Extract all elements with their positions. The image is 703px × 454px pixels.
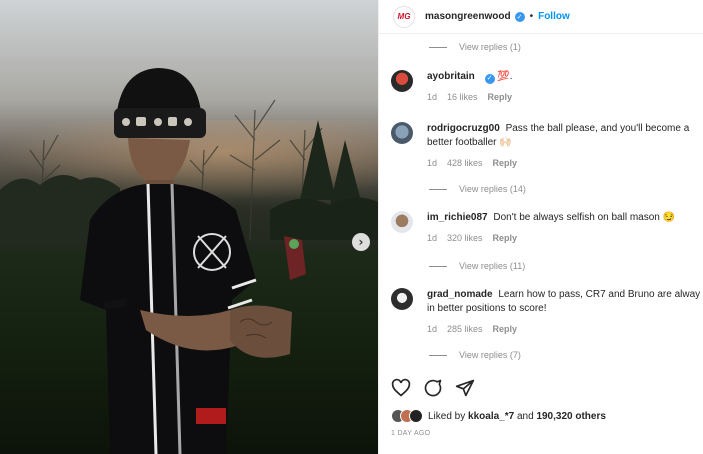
reply-button[interactable]: Reply	[493, 156, 518, 170]
comments-panel: MG masongreenwood ✓ • Follow View replie…	[378, 0, 703, 454]
reply-button[interactable]: Reply	[493, 322, 518, 336]
view-replies-label: View replies (7)	[459, 350, 521, 360]
view-replies-link[interactable]: View replies (1)	[429, 42, 521, 52]
next-photo-button[interactable]: ›	[352, 233, 370, 251]
replies-line	[429, 354, 447, 356]
comment-likes[interactable]: 285 likes	[447, 322, 483, 336]
verified-badge-icon: ✓	[484, 74, 495, 84]
replies-line	[429, 46, 447, 48]
post-actions	[391, 378, 475, 398]
comment-likes[interactable]: 320 likes	[447, 231, 483, 245]
commenter-username[interactable]: ayobritain	[427, 71, 475, 82]
liker-avatar[interactable]	[409, 409, 423, 423]
likes-count[interactable]: 190,320 others	[536, 411, 606, 422]
comment-item: ayobritain ✓ 💯. 1d 16 likes Reply	[391, 70, 701, 104]
separator-dot: •	[529, 11, 534, 22]
view-replies-link[interactable]: View replies (7)	[429, 350, 521, 360]
comment-likes[interactable]: 428 likes	[447, 156, 483, 170]
commenter-avatar[interactable]	[391, 288, 413, 310]
profile-avatar[interactable]: MG	[393, 5, 415, 28]
post-photo: ›	[0, 0, 378, 454]
reply-button[interactable]: Reply	[488, 90, 513, 104]
comment-item: im_richie087 Don't be always selfish on …	[391, 211, 701, 245]
comment-item: grad_nomade Learn how to pass, CR7 and B…	[391, 288, 701, 336]
comment-icon[interactable]	[423, 378, 443, 398]
commenter-avatar[interactable]	[391, 122, 413, 144]
follow-button[interactable]: Follow	[538, 11, 570, 22]
comment-likes[interactable]: 16 likes	[447, 90, 478, 104]
comments-list: View replies (1) ayobritain ✓ 💯. 1d 16 l…	[379, 34, 703, 370]
comment-time: 1d	[427, 158, 438, 168]
commenter-username[interactable]: im_richie087	[427, 212, 488, 223]
comment-text: Don't be always selfish on ball mason 😏	[493, 212, 676, 223]
likes-middle: and	[516, 410, 534, 422]
view-replies-link[interactable]: View replies (14)	[429, 184, 526, 194]
commenter-username[interactable]: rodrigocruzg00	[427, 123, 500, 134]
author-username[interactable]: masongreenwood	[425, 11, 511, 22]
heart-icon[interactable]	[391, 378, 411, 398]
post-header: MG masongreenwood ✓ • Follow	[379, 0, 703, 34]
view-replies-label: View replies (1)	[459, 42, 521, 52]
comment-time: 1d	[427, 92, 438, 102]
commenter-avatar[interactable]	[391, 70, 413, 92]
likes-summary: Liked by kkoala_*7 and 190,320 others	[391, 409, 606, 423]
view-replies-label: View replies (14)	[459, 184, 526, 194]
comment-item: rodrigocruzg00 Pass the ball please, and…	[391, 122, 701, 170]
view-replies-link[interactable]: View replies (11)	[429, 261, 525, 271]
likes-prefix: Liked by	[428, 410, 466, 422]
view-replies-label: View replies (11)	[459, 261, 526, 271]
person-figure	[80, 68, 306, 454]
verified-badge-icon: ✓	[514, 11, 525, 22]
liker-username[interactable]: kkoala_*7	[468, 411, 514, 422]
post-timestamp: 1 DAY AGO	[391, 430, 431, 437]
comment-text: 💯.	[497, 71, 513, 82]
replies-line	[429, 265, 447, 267]
commenter-username[interactable]: grad_nomade	[427, 289, 493, 300]
commenter-avatar[interactable]	[391, 211, 413, 233]
replies-line	[429, 188, 447, 190]
comment-time: 1d	[427, 233, 438, 243]
comment-time: 1d	[427, 324, 438, 334]
reply-button[interactable]: Reply	[493, 231, 518, 245]
share-icon[interactable]	[455, 378, 475, 398]
